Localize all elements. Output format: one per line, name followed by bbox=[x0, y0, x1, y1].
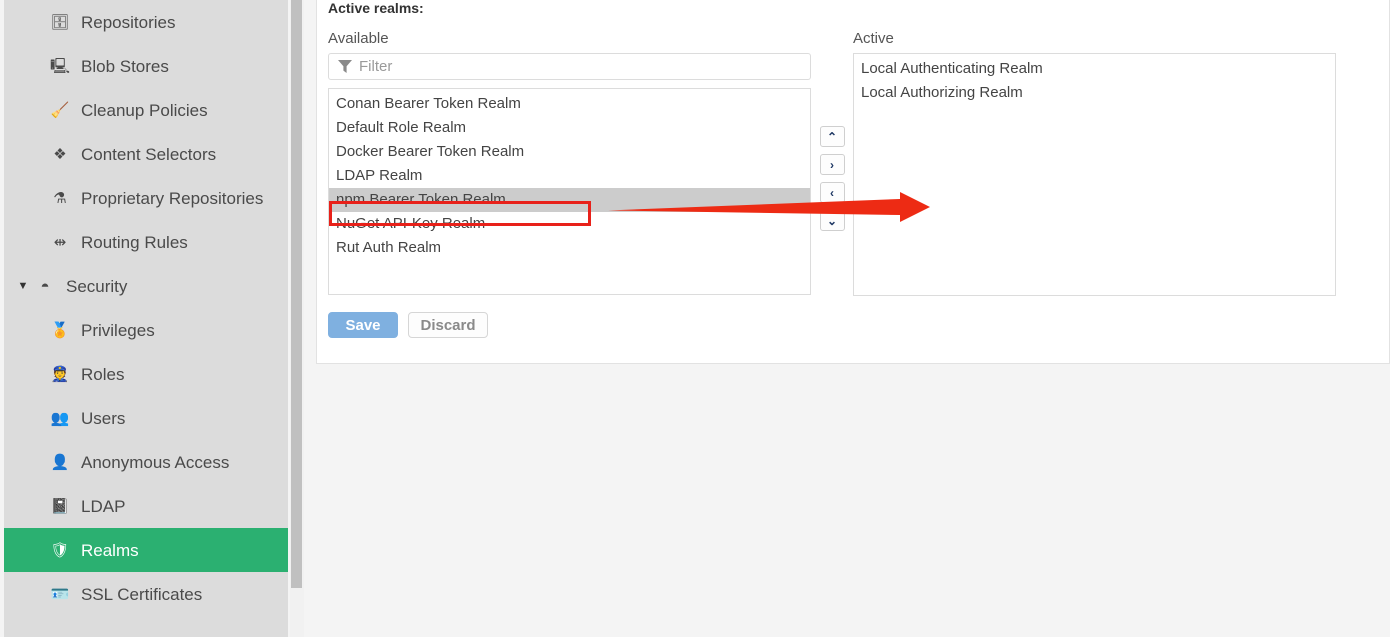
save-button[interactable]: Save bbox=[328, 312, 398, 338]
move-down-button[interactable]: ⌄ bbox=[819, 210, 845, 231]
sidebar-item-privileges[interactable]: 🏅 Privileges bbox=[4, 308, 288, 352]
page-title: Active realms: bbox=[328, 0, 424, 16]
broom-icon: 🧹 bbox=[50, 101, 70, 119]
realms-transfer-widget: Available Conan Bearer Token RealmDefaul… bbox=[328, 31, 1388, 296]
sidebar-item-label: Content Selectors bbox=[81, 144, 217, 164]
sidebar-item-security[interactable]: ▼ ◓ Security bbox=[4, 264, 288, 308]
sidebar-item-proprietary-repositories[interactable]: ⚗ Proprietary Repositories bbox=[4, 176, 288, 220]
app-root: 🗄 Repositories 🖳 Blob Stores 🧹 Cleanup Polici… bbox=[0, 0, 1390, 637]
sidebar-scrollbar-thumb[interactable] bbox=[291, 0, 302, 588]
shield-icon: 🛡 bbox=[50, 541, 70, 559]
sidebar-item-anonymous-access[interactable]: 👤 Anonymous Access bbox=[4, 440, 288, 484]
database-icon: 🗄 bbox=[50, 13, 70, 31]
sidebar-item-ldap[interactable]: 📓 LDAP bbox=[4, 484, 288, 528]
realms-settings-panel: Active realms: Available Conan Bearer To… bbox=[316, 0, 1390, 364]
sidebar-item-repositories[interactable]: 🗄 Repositories bbox=[4, 0, 288, 44]
sidebar-item-label: Users bbox=[81, 408, 126, 428]
sidebar-item-blob-stores[interactable]: 🖳 Blob Stores bbox=[4, 44, 288, 88]
sidebar-item-roles[interactable]: 👮 Roles bbox=[4, 352, 288, 396]
sidebar-item-cleanup-policies[interactable]: 🧹 Cleanup Policies bbox=[4, 88, 288, 132]
active-realms-list[interactable]: Local Authenticating Realm Local Authoriz… bbox=[853, 53, 1336, 296]
users-icon: 👥 bbox=[50, 409, 70, 427]
list-item[interactable]: npm Bearer Token Realm bbox=[329, 188, 810, 212]
sidebar-item-users[interactable]: 👥 Users bbox=[4, 396, 288, 440]
filter-field-wrapper[interactable] bbox=[328, 53, 811, 80]
move-up-button[interactable]: ⌃ bbox=[819, 126, 845, 147]
sidebar-item-label: Cleanup Policies bbox=[81, 100, 208, 120]
sidebar-item-realms[interactable]: 🛡 Realms bbox=[4, 528, 288, 572]
sidebar-item-label: Anonymous Access bbox=[81, 452, 230, 472]
sidebar-item-label: SSL Certificates bbox=[81, 584, 203, 604]
list-item[interactable]: Local Authorizing Realm bbox=[854, 81, 1335, 105]
active-label: Active bbox=[853, 30, 894, 47]
sidebar-item-ssl-certificates[interactable]: 🪪 SSL Certificates bbox=[4, 572, 288, 616]
signpost-icon: ⇹ bbox=[53, 233, 67, 251]
sidebar-item-label: Blob Stores bbox=[81, 56, 169, 76]
blob-store-icon: 🖳 bbox=[49, 57, 70, 75]
list-item[interactable]: Docker Bearer Token Realm bbox=[329, 140, 810, 164]
available-label: Available bbox=[328, 30, 389, 47]
sidebar-item-label: Proprietary Repositories bbox=[81, 188, 264, 208]
list-item[interactable]: LDAP Realm bbox=[329, 164, 810, 188]
list-item[interactable]: Conan Bearer Token Realm bbox=[329, 92, 810, 116]
filter-input[interactable] bbox=[359, 58, 779, 75]
sidebar-item-label: Roles bbox=[81, 364, 125, 384]
list-item[interactable]: Rut Auth Realm bbox=[329, 236, 810, 260]
sidebar-item-label: LDAP bbox=[81, 496, 126, 516]
move-right-button[interactable]: › bbox=[819, 154, 845, 175]
sidebar-item-label: Security bbox=[66, 276, 128, 296]
available-realms-list[interactable]: Conan Bearer Token Realm Default Role Rea… bbox=[328, 88, 811, 295]
sidebar-nav: 🗄 Repositories 🖳 Blob Stores 🧹 Cleanup Polici… bbox=[0, 0, 288, 637]
chevron-down-icon[interactable]: ▼ bbox=[16, 280, 30, 292]
move-left-button[interactable]: ‹ bbox=[819, 182, 845, 203]
discard-button[interactable]: Discard bbox=[408, 312, 488, 338]
active-column: Active Local Authenticating Realm Local A… bbox=[853, 31, 1336, 296]
form-actions: Save Discard bbox=[328, 312, 1388, 338]
medal-icon: 🏅 bbox=[50, 321, 70, 339]
address-book-icon: 📓 bbox=[50, 497, 70, 515]
sidebar-item-label: Repositories bbox=[81, 12, 176, 32]
sidebar-item-content-selectors[interactable]: ❖ Content Selectors bbox=[4, 132, 288, 176]
sidebar-item-routing-rules[interactable]: ⇹ Routing Rules bbox=[4, 220, 288, 264]
available-column: Available Conan Bearer Token RealmDefaul… bbox=[328, 31, 811, 295]
list-item[interactable]: Local Authenticating Realm bbox=[854, 57, 1335, 81]
list-item[interactable]: Default Role Realm bbox=[329, 116, 810, 140]
roles-icon: 👮 bbox=[50, 365, 70, 383]
sidebar-item-label: Routing Rules bbox=[81, 232, 188, 252]
person-icon: 👤 bbox=[50, 453, 70, 471]
proprietary-icon: ⚗ bbox=[53, 189, 67, 207]
transfer-button-group: ⌃ › ‹ ⌄ bbox=[811, 31, 853, 238]
security-icon: ◓ bbox=[40, 277, 50, 295]
layers-icon: ❖ bbox=[53, 145, 67, 163]
certificate-icon: 🪪 bbox=[50, 585, 70, 603]
sidebar-item-label: Realms bbox=[81, 540, 139, 560]
filter-icon bbox=[338, 60, 352, 73]
list-item[interactable]: NuGet API-Key Realm bbox=[329, 212, 810, 236]
sidebar-item-label: Privileges bbox=[81, 320, 155, 340]
